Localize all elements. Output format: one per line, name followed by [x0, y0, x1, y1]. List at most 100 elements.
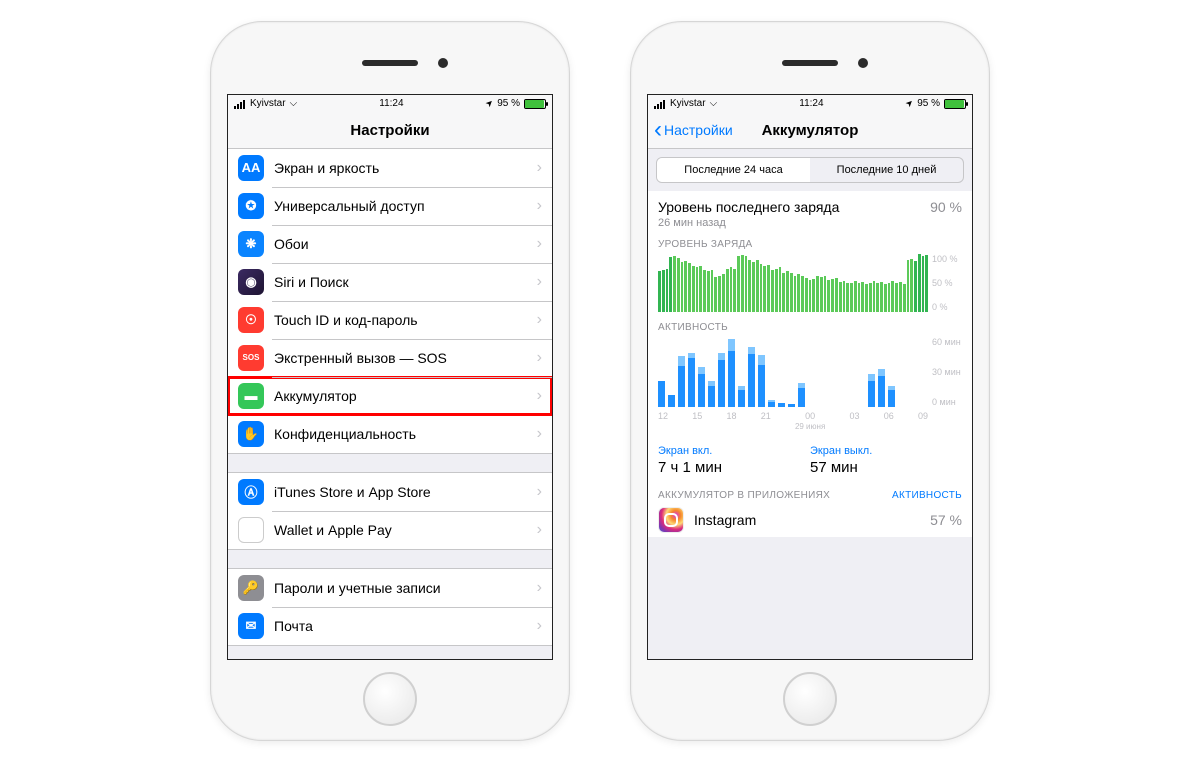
- back-button[interactable]: Настройки: [654, 122, 733, 138]
- nav-bar: Настройки: [228, 113, 552, 149]
- settings-label: Экран и яркость: [274, 160, 537, 176]
- settings-label: Универсальный доступ: [274, 198, 537, 214]
- chevron-right-icon: ›: [537, 197, 542, 215]
- battery-icon: ▬: [238, 383, 264, 409]
- chevron-right-icon: ›: [537, 483, 542, 501]
- settings-label: Почта: [274, 618, 537, 634]
- clock: 11:24: [799, 98, 823, 109]
- settings-label: Аккумулятор: [274, 388, 537, 404]
- time-range-segment[interactable]: Последние 24 часа Последние 10 дней: [656, 157, 964, 183]
- level-section-label: УРОВЕНЬ ЗАРЯДА: [658, 239, 962, 250]
- screen-off-label: Экран выкл.: [810, 445, 962, 457]
- battery-pct: 95 %: [497, 98, 520, 109]
- screen-off-value: 57 мин: [810, 459, 962, 476]
- nav-bar: Настройки Аккумулятор: [648, 113, 972, 149]
- location-icon: [906, 98, 914, 109]
- chevron-right-icon: ›: [537, 387, 542, 405]
- settings-label: iTunes Store и App Store: [274, 484, 537, 500]
- chevron-right-icon: ›: [537, 311, 542, 329]
- status-bar: Kyivstar ⌵ 11:24 95 %: [648, 95, 972, 113]
- settings-label: Wallet и Apple Pay: [274, 522, 537, 538]
- wifi-icon: ⌵: [710, 98, 718, 109]
- chevron-right-icon: ›: [537, 521, 542, 539]
- settings-label: Конфиденциальность: [274, 426, 537, 442]
- carrier-label: Kyivstar: [670, 98, 706, 109]
- clock: 11:24: [379, 98, 403, 109]
- last-charge-label: Уровень последнего заряда: [658, 199, 839, 215]
- passwords-icon: 🔑: [238, 575, 264, 601]
- wifi-icon: ⌵: [290, 98, 298, 109]
- app-row-instagram[interactable]: Instagram 57 %: [658, 507, 962, 533]
- chevron-right-icon: ›: [537, 617, 542, 635]
- settings-row-siri[interactable]: ◉ Siri и Поиск›: [228, 263, 552, 301]
- chevron-right-icon: ›: [537, 579, 542, 597]
- battery-icon: [944, 99, 966, 109]
- battery-icon: [524, 99, 546, 109]
- page-title: Аккумулятор: [762, 122, 859, 139]
- mail-icon: ✉: [238, 613, 264, 639]
- settings-row-battery[interactable]: ▬ Аккумулятор›: [228, 377, 552, 415]
- screen-on-value: 7 ч 1 мин: [658, 459, 810, 476]
- phone-left: Kyivstar ⌵ 11:24 95 % Настройки AA Экран …: [210, 21, 570, 741]
- settings-row-wallet[interactable]: ▥ Wallet и Apple Pay›: [228, 511, 552, 549]
- battery-level-chart: [658, 254, 928, 312]
- speaker-slot: [362, 60, 418, 66]
- speaker-slot: [782, 60, 838, 66]
- screen-battery: Kyivstar ⌵ 11:24 95 % Настройки Аккумуля…: [647, 94, 973, 660]
- settings-label: Обои: [274, 236, 537, 252]
- settings-row-access[interactable]: ✪ Универсальный доступ›: [228, 187, 552, 225]
- battery-content[interactable]: Последние 24 часа Последние 10 дней Уров…: [648, 149, 972, 659]
- siri-icon: ◉: [238, 269, 264, 295]
- screen-settings: Kyivstar ⌵ 11:24 95 % Настройки AA Экран …: [227, 94, 553, 660]
- phone-right: Kyivstar ⌵ 11:24 95 % Настройки Аккумуля…: [630, 21, 990, 741]
- settings-label: Пароли и учетные записи: [274, 580, 537, 596]
- home-button[interactable]: [783, 672, 837, 726]
- screen-on-label: Экран вкл.: [658, 445, 810, 457]
- front-camera: [858, 58, 868, 68]
- home-button[interactable]: [363, 672, 417, 726]
- touchid-icon: ☉: [238, 307, 264, 333]
- settings-row-wallpaper[interactable]: ❋Обои›: [228, 225, 552, 263]
- front-camera: [438, 58, 448, 68]
- settings-row-itunes[interactable]: ⒶiTunes Store и App Store›: [228, 473, 552, 511]
- seg-10d[interactable]: Последние 10 дней: [810, 158, 963, 182]
- settings-row-touchid[interactable]: ☉ Touch ID и код-пароль›: [228, 301, 552, 339]
- activity-section-label: АКТИВНОСТЬ: [658, 322, 962, 333]
- seg-24h[interactable]: Последние 24 часа: [657, 158, 810, 182]
- apps-activity-link[interactable]: АКТИВНОСТЬ: [892, 490, 962, 501]
- wallpaper-icon: ❋: [238, 231, 264, 257]
- settings-label: Touch ID и код-пароль: [274, 312, 537, 328]
- itunes-icon: Ⓐ: [238, 479, 264, 505]
- chevron-right-icon: ›: [537, 349, 542, 367]
- access-icon: ✪: [238, 193, 264, 219]
- status-bar: Kyivstar ⌵ 11:24 95 %: [228, 95, 552, 113]
- signal-icon: [654, 98, 666, 109]
- display-icon: AA: [238, 155, 264, 181]
- level-y-axis: 100 %50 %0 %: [928, 254, 962, 312]
- chevron-right-icon: ›: [537, 273, 542, 291]
- settings-row-privacy[interactable]: ✋ Конфиденциальность›: [228, 415, 552, 453]
- settings-row-display[interactable]: AAЭкран и яркость›: [228, 149, 552, 187]
- settings-label: Экстренный вызов — SOS: [274, 350, 537, 366]
- activity-chart: [658, 337, 928, 407]
- wallet-icon: ▥: [238, 517, 264, 543]
- battery-card: Уровень последнего заряда 90 % 26 мин на…: [648, 191, 972, 537]
- screen-time-stats: Экран вкл. 7 ч 1 мин Экран выкл. 57 мин: [658, 445, 962, 476]
- settings-row-passwords[interactable]: 🔑 Пароли и учетные записи›: [228, 569, 552, 607]
- battery-pct: 95 %: [917, 98, 940, 109]
- location-icon: [486, 98, 494, 109]
- settings-label: Siri и Поиск: [274, 274, 537, 290]
- privacy-icon: ✋: [238, 421, 264, 447]
- sos-icon: SOS: [238, 345, 264, 371]
- apps-section-label: АККУМУЛЯТОР В ПРИЛОЖЕНИЯХ: [658, 490, 830, 501]
- last-charge-subtitle: 26 мин назад: [658, 217, 962, 229]
- instagram-icon: [658, 507, 684, 533]
- settings-row-sos[interactable]: SOS Экстренный вызов — SOS›: [228, 339, 552, 377]
- page-title: Настройки: [350, 122, 429, 139]
- app-pct: 57 %: [930, 512, 962, 528]
- settings-row-mail[interactable]: ✉ Почта›: [228, 607, 552, 645]
- chevron-right-icon: ›: [537, 425, 542, 443]
- last-charge-value: 90 %: [930, 199, 962, 215]
- settings-list[interactable]: AAЭкран и яркость›✪Универсальный доступ›…: [228, 149, 552, 659]
- activity-y-axis: 60 мин30 мин0 мин: [928, 337, 962, 407]
